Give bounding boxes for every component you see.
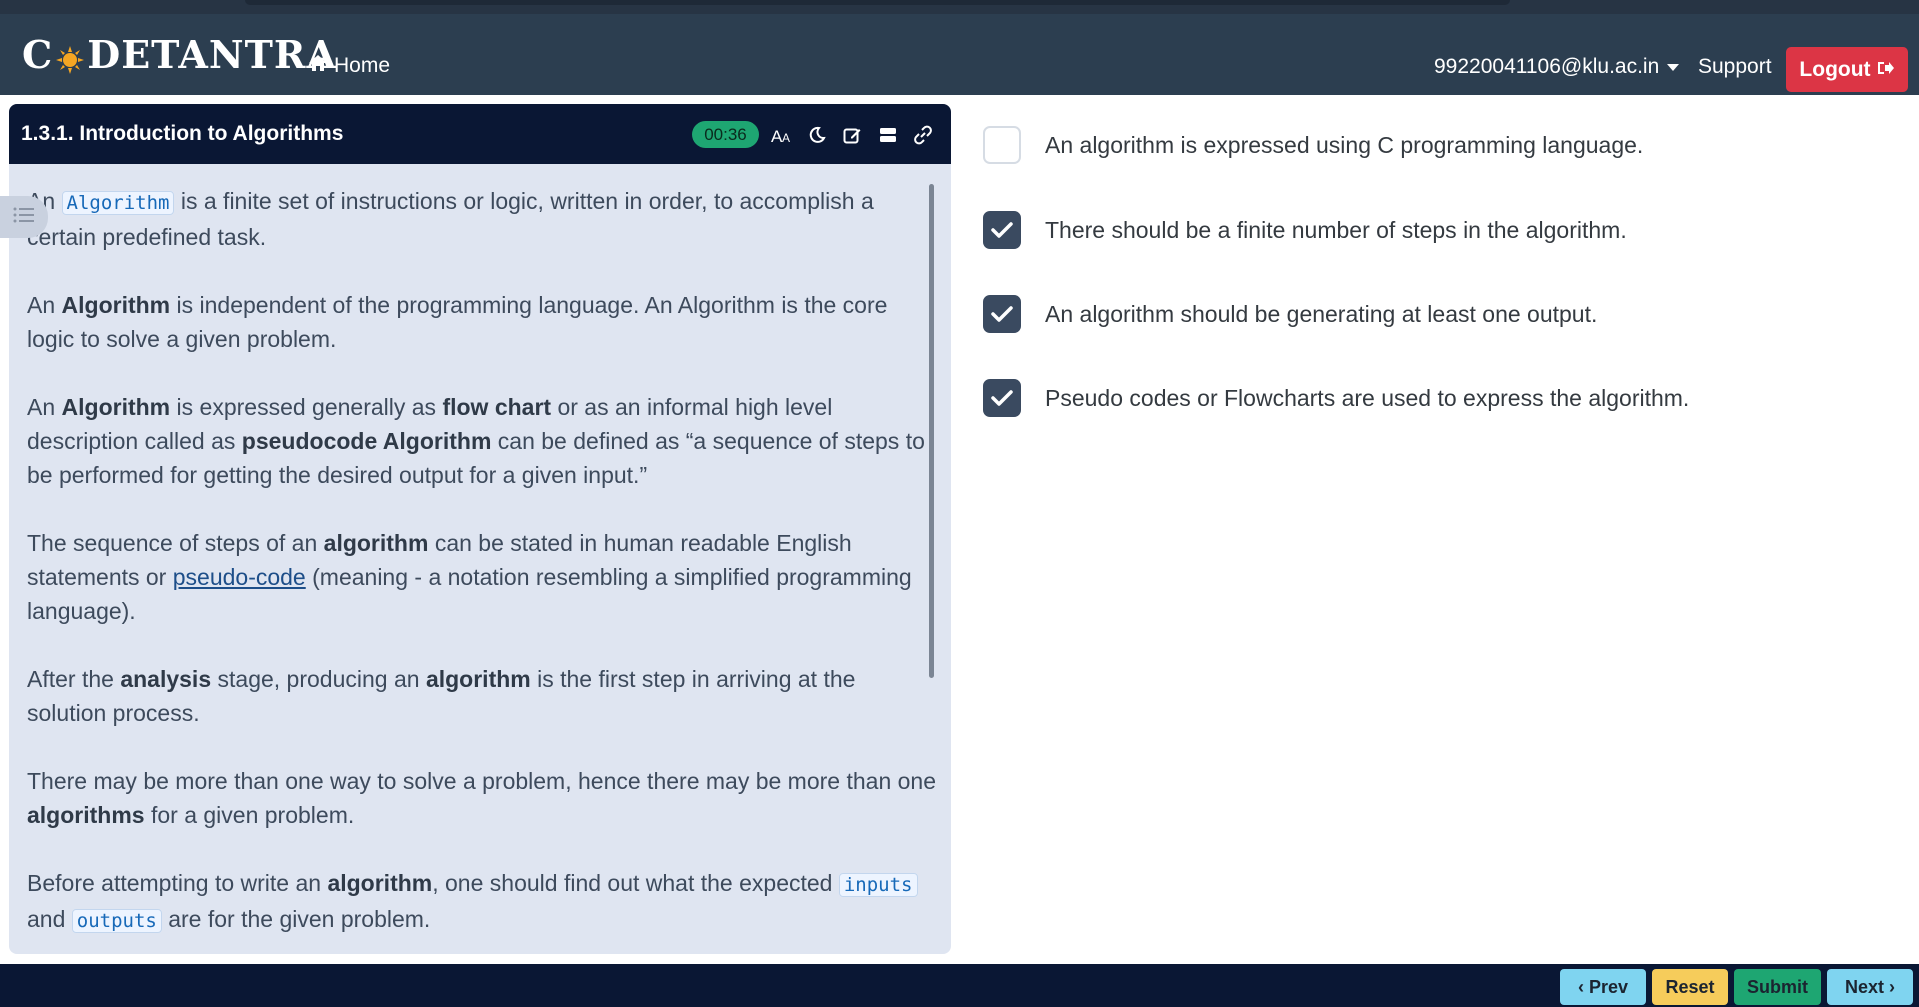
lesson-content: An Algorithm is a finite set of instruct… bbox=[27, 184, 937, 954]
option-text: An algorithm is expressed using C progra… bbox=[1045, 131, 1644, 158]
moon-icon[interactable] bbox=[804, 122, 830, 148]
user-menu-dropdown[interactable]: 99220041106@klu.ac.in bbox=[1434, 55, 1680, 79]
inline-code: inputs bbox=[838, 873, 918, 897]
sign-out-icon bbox=[1877, 58, 1895, 82]
check-icon bbox=[991, 306, 1013, 322]
checkbox-checked[interactable] bbox=[983, 295, 1021, 333]
prev-button[interactable]: ‹ Prev bbox=[1560, 969, 1646, 1005]
home-link[interactable]: Home bbox=[308, 54, 390, 78]
paragraph-1: An Algorithm is a finite set of instruct… bbox=[27, 188, 874, 250]
reset-button[interactable]: Reset bbox=[1652, 969, 1728, 1005]
option-1[interactable]: An algorithm is expressed using C progra… bbox=[983, 126, 1643, 164]
inline-code: Algorithm bbox=[61, 191, 175, 215]
logout-label: Logout bbox=[1799, 57, 1871, 81]
pseudo-code-link[interactable]: pseudo-code bbox=[173, 564, 306, 590]
logout-button[interactable]: Logout bbox=[1786, 47, 1908, 92]
option-3[interactable]: An algorithm should be generating at lea… bbox=[983, 295, 1597, 333]
inline-code: outputs bbox=[71, 909, 162, 933]
paragraph-3: An Algorithm is expressed generally as f… bbox=[27, 394, 925, 488]
option-text: There should be a finite number of steps… bbox=[1045, 216, 1627, 243]
check-icon bbox=[991, 222, 1013, 238]
chevron-down-icon bbox=[1667, 63, 1680, 71]
layout-toggle-icon[interactable] bbox=[875, 122, 901, 148]
chevron-right-icon: › bbox=[1889, 976, 1895, 997]
option-text: An algorithm should be generating at lea… bbox=[1045, 300, 1598, 327]
lesson-title: 1.3.1. Introduction to Algorithms bbox=[21, 122, 344, 145]
option-text: Pseudo codes or Flowcharts are used to e… bbox=[1045, 384, 1690, 411]
lesson-header: 1.3.1. Introduction to Algorithms 00:36 … bbox=[9, 104, 951, 164]
check-icon bbox=[991, 390, 1013, 406]
brand-rest: DETANTRA bbox=[87, 31, 337, 77]
link-icon[interactable] bbox=[910, 122, 936, 148]
option-4[interactable]: Pseudo codes or Flowcharts are used to e… bbox=[983, 379, 1689, 417]
next-button[interactable]: Next › bbox=[1827, 969, 1913, 1005]
home-icon bbox=[308, 54, 328, 78]
list-icon bbox=[13, 206, 35, 229]
option-2[interactable]: There should be a finite number of steps… bbox=[983, 211, 1627, 249]
footer-bar: ‹ Prev Reset Submit Next › bbox=[0, 964, 1919, 1007]
toc-toggle[interactable] bbox=[0, 196, 48, 238]
chevron-left-icon: ‹ bbox=[1577, 976, 1584, 997]
brand-logo[interactable]: C DETANTRA bbox=[22, 31, 337, 77]
sun-icon bbox=[55, 39, 85, 74]
paragraph-7: Before attempting to write an algorithm,… bbox=[27, 866, 937, 938]
edit-icon[interactable] bbox=[839, 122, 865, 148]
paragraph-6: There may be more than one way to solve … bbox=[27, 768, 937, 828]
content-scrollbar[interactable] bbox=[929, 184, 934, 678]
paragraph-2: An Algorithm is independent of the progr… bbox=[27, 292, 888, 352]
paragraph-4: The sequence of steps of an algorithm ca… bbox=[27, 530, 912, 624]
font-size-icon[interactable]: AA bbox=[769, 122, 795, 148]
support-link[interactable]: Support bbox=[1698, 55, 1772, 79]
svg-text:A: A bbox=[782, 131, 790, 144]
top-pill bbox=[245, 0, 1510, 5]
lesson-panel: 1.3.1. Introduction to Algorithms 00:36 … bbox=[9, 104, 951, 954]
navbar: C DETANTRA Home 99220041106@klu.ac.in Su… bbox=[0, 14, 1919, 95]
paragraph-5: After the analysis stage, producing an a… bbox=[27, 666, 856, 726]
browser-top-strip bbox=[0, 0, 1919, 14]
timer-badge: 00:36 bbox=[692, 121, 759, 148]
user-email: 99220041106@klu.ac.in bbox=[1434, 55, 1660, 78]
submit-button[interactable]: Submit bbox=[1734, 969, 1821, 1005]
checkbox-unchecked[interactable] bbox=[983, 126, 1021, 164]
home-label: Home bbox=[334, 54, 391, 77]
brand-letter-c: C bbox=[22, 31, 54, 77]
checkbox-checked[interactable] bbox=[983, 211, 1021, 249]
checkbox-checked[interactable] bbox=[983, 379, 1021, 417]
